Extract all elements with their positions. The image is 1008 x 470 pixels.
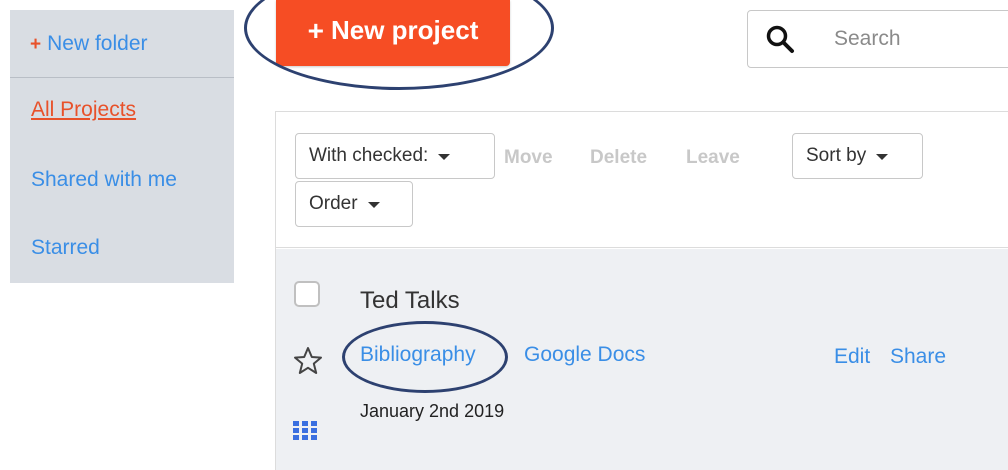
project-checkbox[interactable] [294,281,320,307]
tag-google-docs[interactable]: Google Docs [524,343,645,367]
project-row: Ted Talks Bibliography Google Docs Janua… [276,249,1008,470]
projects-toolbar: With checked: Move Delete Leave Sort by … [276,112,1008,248]
edit-link[interactable]: Edit [834,345,870,369]
share-link[interactable]: Share [890,345,946,369]
sort-by-label: Sort by [806,145,867,166]
leave-action[interactable]: Leave [686,147,740,169]
project-date: January 2nd 2019 [360,401,505,421]
caret-down-icon [876,154,889,160]
project-title[interactable]: Ted Talks [360,287,460,315]
sort-by-dropdown[interactable]: Sort by [792,133,923,179]
search-box[interactable] [747,10,1008,68]
tag-bibliography[interactable]: Bibliography [360,343,476,367]
move-action[interactable]: Move [504,147,553,169]
delete-action[interactable]: Delete [590,147,647,169]
search-icon[interactable] [748,10,812,68]
grid-icon[interactable] [292,419,320,443]
sidebar-item-starred[interactable]: Starred [31,236,100,260]
new-project-label: New project [330,14,479,45]
search-input[interactable] [812,27,1002,51]
plus-icon: + [307,15,324,46]
with-checked-label: With checked: [309,145,429,166]
order-label: Order [309,193,358,214]
with-checked-dropdown[interactable]: With checked: [295,133,495,179]
caret-down-icon [367,202,380,208]
order-dropdown[interactable]: Order [295,181,413,227]
plus-icon: + [30,33,42,55]
sidebar: + New folder All Projects Shared with me… [10,10,234,283]
sidebar-item-shared-with-me[interactable]: Shared with me [31,168,177,192]
caret-down-icon [438,154,451,160]
projects-panel: With checked: Move Delete Leave Sort by … [275,111,1008,470]
star-icon[interactable] [292,345,324,377]
new-folder-label: New folder [47,31,148,55]
new-folder-button[interactable]: + New folder [10,10,234,78]
new-project-button[interactable]: + New project [276,0,510,66]
sidebar-item-all-projects[interactable]: All Projects [31,98,136,122]
